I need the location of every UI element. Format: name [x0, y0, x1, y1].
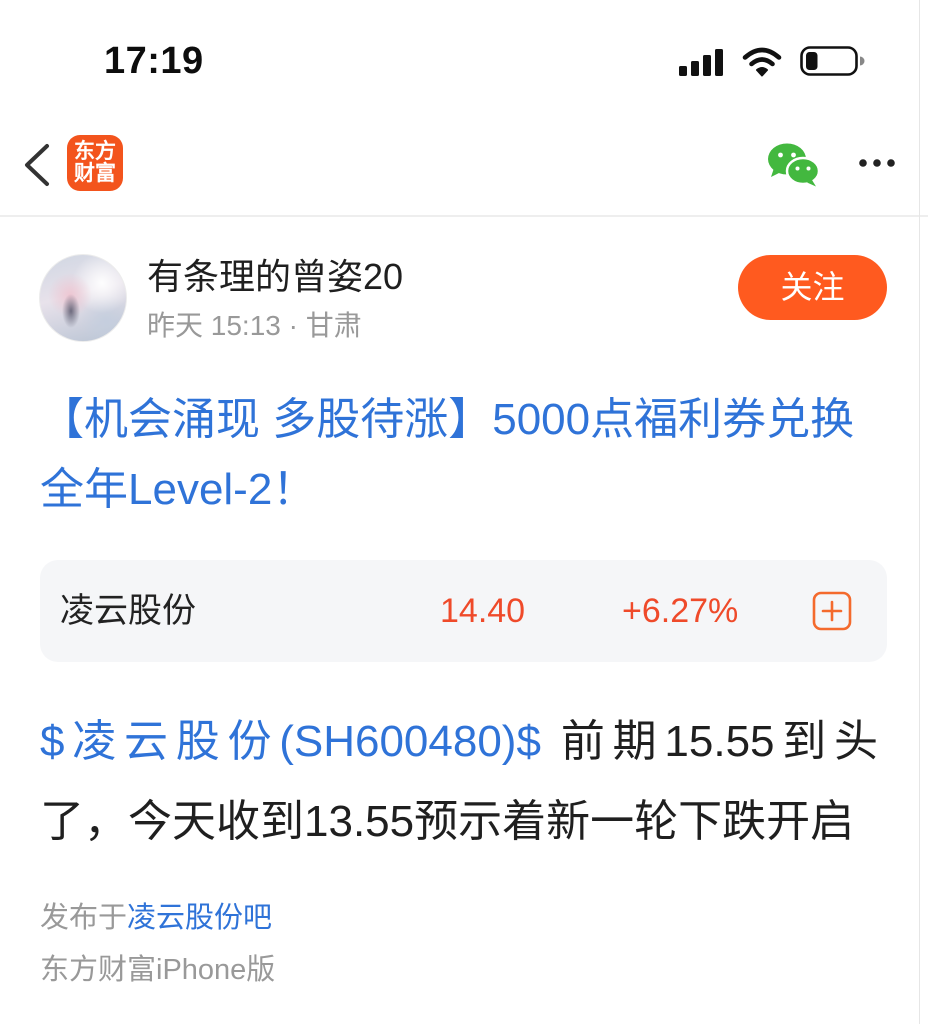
battery-level-fill [806, 52, 818, 70]
stock-price: 14.40 [440, 592, 526, 630]
wechat-icon [768, 143, 821, 187]
post-footer: 发布于凌云股份吧 东方财富iPhone版 [40, 898, 888, 990]
stock-change-percent: +6.27% [622, 592, 739, 630]
published-in: 发布于凌云股份吧 [40, 898, 272, 938]
status-time: 17:19 [104, 40, 204, 82]
nav-bar: 东方 财富 [0, 118, 928, 215]
nav-divider [0, 215, 928, 217]
app-logo: 东方 财富 [67, 135, 123, 191]
author-name[interactable]: 有条理的曾姿20 [147, 255, 403, 299]
post-body: $凌云股份(SH600480)$ 前期15.55到头了，今天收到13.55预示着… [40, 702, 878, 862]
status-bar: 17:19 [0, 0, 928, 100]
stock-tag-link[interactable]: $凌云股份(SH600480)$ [40, 717, 541, 766]
follow-button[interactable]: 关注 [738, 255, 887, 320]
wechat-share-button[interactable] [766, 142, 822, 188]
stock-quote-card[interactable]: 凌云股份 14.40 +6.27% [40, 560, 887, 662]
more-button[interactable] [857, 153, 897, 173]
post-title: 【机会涌现 多股待涨】5000点福利券兑换全年Level-2！ [40, 395, 855, 514]
signal-bar [679, 66, 687, 76]
back-button[interactable] [20, 142, 50, 188]
signal-bar [715, 49, 723, 76]
author-row: 有条理的曾姿20 昨天 15:13 · 甘肃 关注 [0, 240, 928, 356]
plus-square-icon [812, 591, 852, 631]
post-source: 东方财富iPhone版 [40, 954, 276, 986]
stock-name: 凌云股份 [60, 592, 196, 630]
logo-text-line: 东方 [74, 140, 116, 163]
forum-link[interactable]: 凌云股份吧 [127, 902, 272, 934]
signal-bar [703, 55, 711, 76]
signal-bar [691, 61, 699, 76]
chevron-left-icon [25, 144, 49, 186]
battery-icon [800, 46, 865, 76]
wifi-icon [742, 47, 782, 77]
logo-text-line: 财富 [74, 162, 116, 185]
more-dots-icon [859, 159, 895, 167]
post-detail-screen: 17:19 东方 财富 有条理的曾姿20 昨天 15:13 · 甘肃 关注 【机… [0, 0, 928, 1024]
add-to-watchlist-button[interactable] [812, 591, 852, 631]
screen-edge [919, 0, 920, 1024]
cellular-signal-icon [679, 49, 723, 76]
author-avatar[interactable] [39, 254, 127, 342]
published-prefix: 发布于 [40, 902, 128, 934]
post-time-location: 昨天 15:13 · 甘肃 [147, 310, 362, 341]
